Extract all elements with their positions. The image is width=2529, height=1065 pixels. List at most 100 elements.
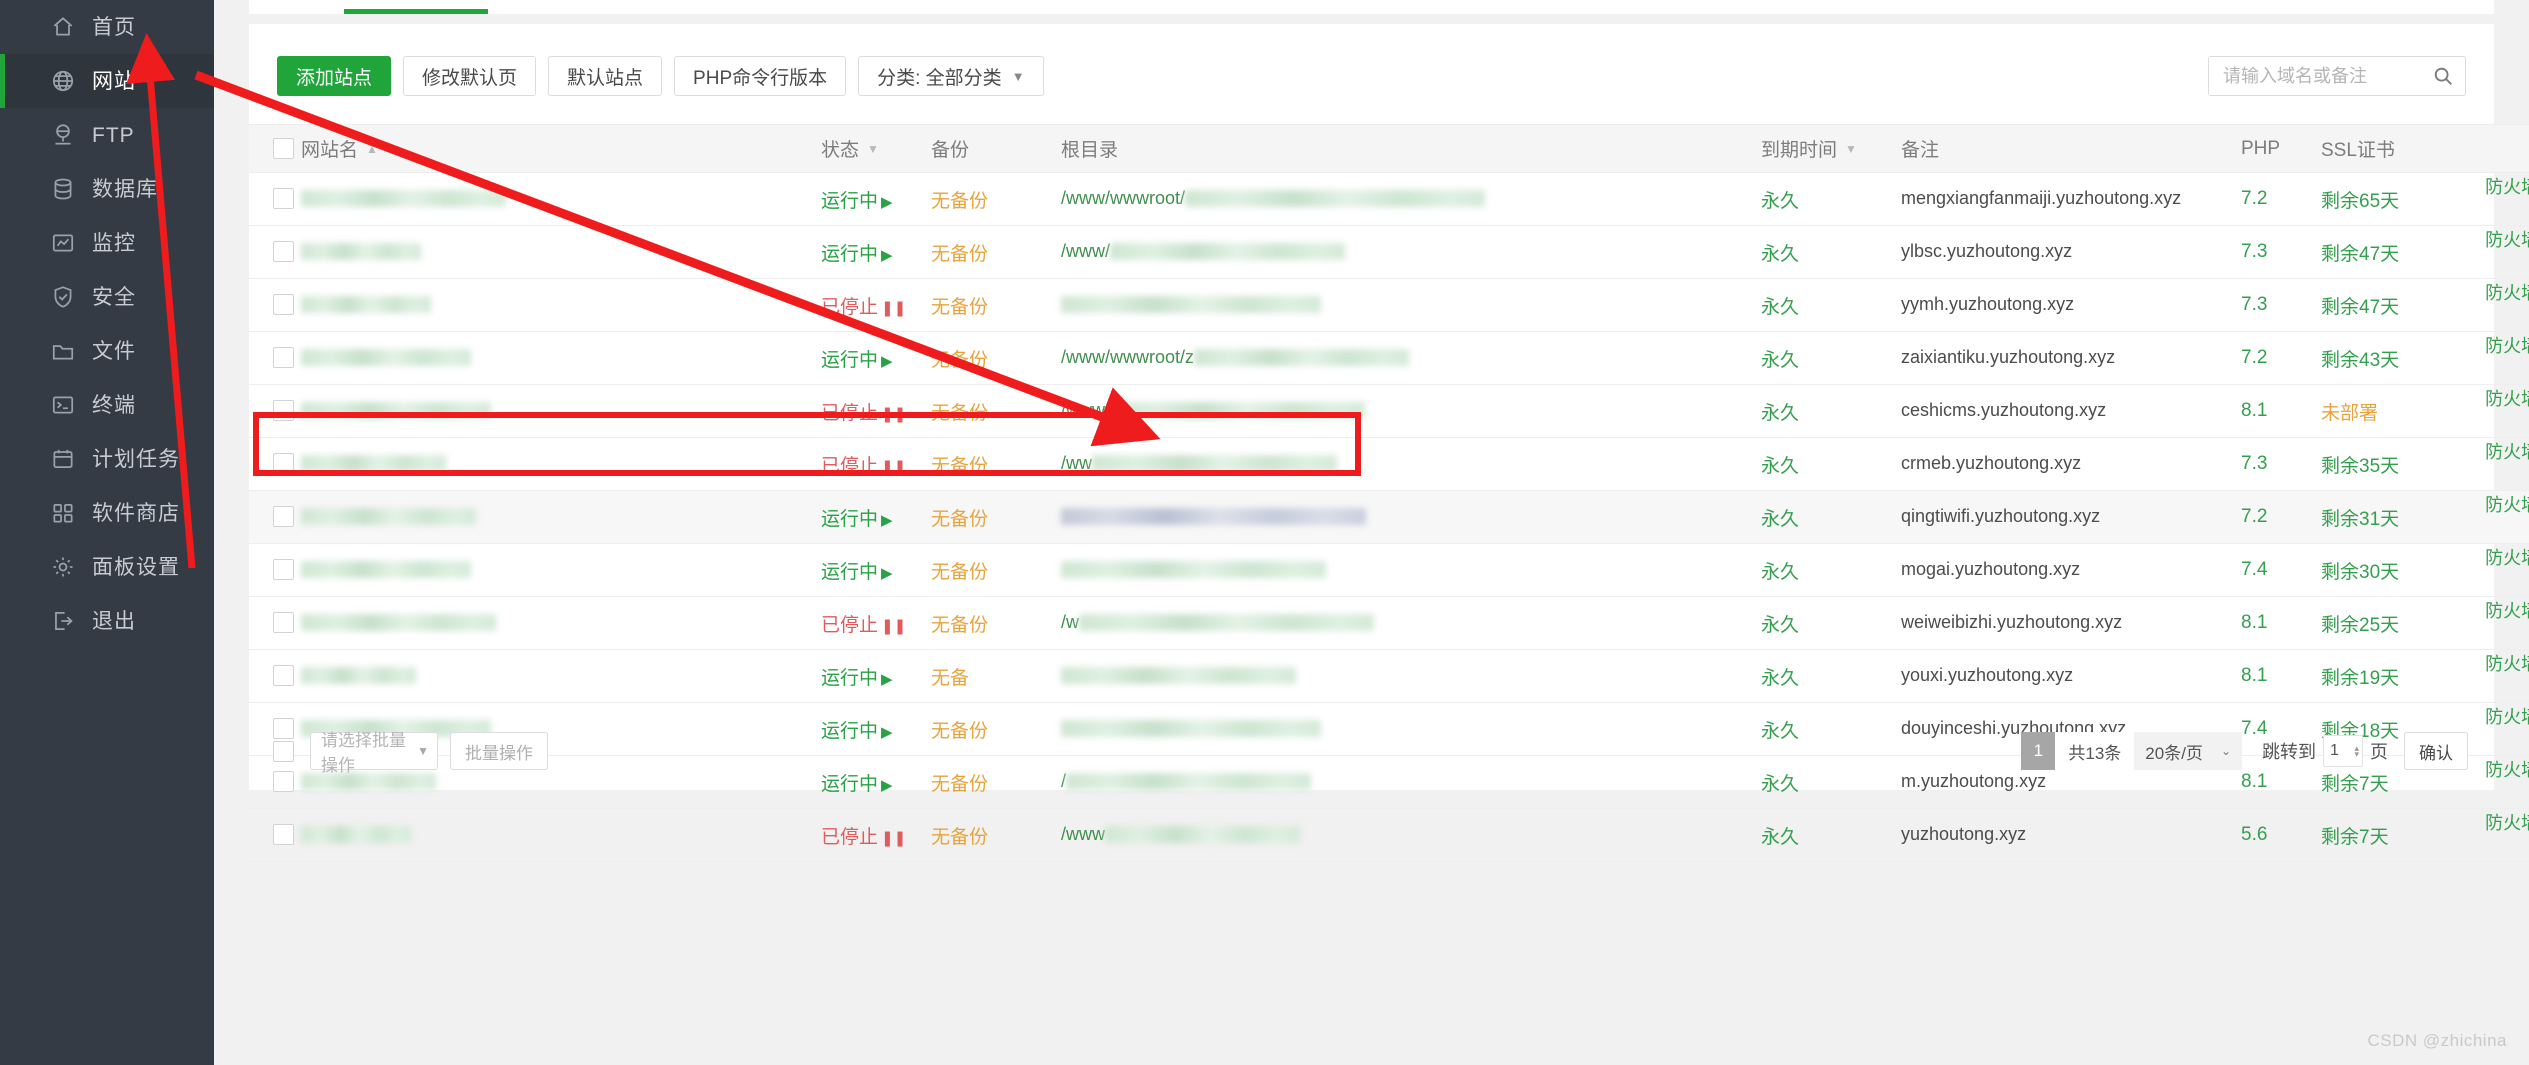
row-checkbox[interactable] <box>273 400 294 422</box>
cell-status[interactable]: 已停止 ❚❚ <box>821 437 931 491</box>
table-row[interactable]: 运行中▶ 无备份 永久 mogai.yuzhoutong.xyz 7.4 剩余30天 防火墙… <box>249 543 2529 597</box>
cell-backup[interactable]: 无备 <box>931 649 1061 703</box>
th-site-name[interactable]: 网站名 ▲ <box>301 124 821 173</box>
cell-status[interactable]: 运行中 ▶ <box>821 172 931 226</box>
cell-backup[interactable]: 无备份 <box>931 808 1061 862</box>
cell-ssl[interactable]: 剩余35天 <box>2321 437 2471 491</box>
tab-1[interactable]: 反向代理 <box>488 0 672 14</box>
cell-root-dir[interactable]: /www/ <box>1061 384 1761 438</box>
cell-backup[interactable]: 无备份 <box>931 331 1061 385</box>
cell-root-dir[interactable] <box>1061 490 1761 544</box>
firewall-link[interactable]: 防火墙 <box>2485 230 2529 250</box>
row-checkbox[interactable] <box>273 506 294 528</box>
firewall-link[interactable]: 防火墙 <box>2485 442 2529 462</box>
cell-php[interactable]: 7.2 <box>2241 172 2321 226</box>
firewall-link[interactable]: 防火墙 <box>2485 601 2529 621</box>
sidebar-item-11[interactable]: 退出 <box>0 594 214 648</box>
cell-backup[interactable]: 无备份 <box>931 384 1061 438</box>
firewall-link[interactable]: 防火墙 <box>2485 283 2529 303</box>
page-1-button[interactable]: 1 <box>2021 732 2056 770</box>
cell-status[interactable]: 运行中 ▶ <box>821 543 931 597</box>
search-icon[interactable] <box>2432 65 2454 87</box>
cell-root-dir[interactable]: /ww <box>1061 437 1761 491</box>
cell-php[interactable]: 7.2 <box>2241 331 2321 385</box>
cell-ssl[interactable]: 剩余65天 <box>2321 172 2471 226</box>
cell-root-dir[interactable]: /www/wwwroot/ <box>1061 172 1761 226</box>
cell-backup[interactable]: 无备份 <box>931 543 1061 597</box>
cell-backup[interactable]: 无备份 <box>931 172 1061 226</box>
modify-default-page-button[interactable]: 修改默认页 <box>403 56 537 96</box>
table-row[interactable]: 运行中 ▶ 无备份/www/永久 ylbsc.yuzhoutong.xyz 7.3 剩余4… <box>249 225 2529 279</box>
sidebar-item-10[interactable]: 面板设置 <box>0 540 214 594</box>
table-row[interactable]: 运行中 ▶ 无备份 永久 qingtiwifi.yuzhoutong.xyz 7.2 剩余3… <box>249 490 2529 544</box>
firewall-link[interactable]: 防火墙 <box>2485 654 2529 674</box>
sidebar-item-2[interactable]: FTP <box>0 108 214 162</box>
row-checkbox[interactable] <box>273 188 294 210</box>
page-size-select[interactable]: 20条/页 ⌄ <box>2134 732 2242 770</box>
php-cli-version-button[interactable]: PHP命令行版本 <box>674 56 847 96</box>
cell-backup[interactable]: 无备份 <box>931 278 1061 332</box>
footer-select-all-checkbox[interactable] <box>273 740 294 762</box>
sidebar-item-5[interactable]: 安全 <box>0 270 214 324</box>
table-row[interactable]: 已停止 ❚❚ 无备份/www/永久 ceshicms.yuzhoutong.xyz 8.… <box>249 384 2529 438</box>
cell-php[interactable]: 7.3 <box>2241 278 2321 332</box>
row-checkbox[interactable] <box>273 241 294 263</box>
cell-status[interactable]: 已停止 ❚❚ <box>821 808 931 862</box>
tab-2[interactable]: 重定向 <box>672 0 836 14</box>
table-row[interactable]: 已停止❚❚ 无备份/www 永久 yuzhoutong.xyz 5.6 剩余7天 防火墙|设… <box>249 808 2529 862</box>
cell-php[interactable]: 7.3 <box>2241 225 2321 279</box>
cell-php[interactable]: 7.3 <box>2241 437 2321 491</box>
cell-php[interactable]: 7.2 <box>2241 490 2321 544</box>
cell-php[interactable]: 8.1 <box>2241 649 2321 703</box>
sidebar-item-6[interactable]: 文件 <box>0 324 214 378</box>
select-all-checkbox[interactable] <box>273 137 294 159</box>
add-site-button[interactable]: 添加站点 <box>277 56 392 96</box>
firewall-link[interactable]: 防火墙 <box>2485 177 2529 197</box>
stepper-icon[interactable]: ▴ ▾ <box>2354 744 2359 759</box>
table-row[interactable]: 运行中▶ 无备 永久 youxi.yuzhoutong.xyz 8.1 剩余19天 防火墙|… <box>249 649 2529 703</box>
confirm-button[interactable]: 确认 <box>2404 732 2468 770</box>
cell-root-dir[interactable]: /www/ <box>1061 225 1761 279</box>
cell-backup[interactable]: 无备份 <box>931 225 1061 279</box>
cell-ssl[interactable]: 剩余43天 <box>2321 331 2471 385</box>
table-row[interactable]: 已停止 ❚❚ 无备份/ww 永久 crmeb.yuzhoutong.xyz 7.3 剩余35… <box>249 437 2529 491</box>
cell-php[interactable]: 8.1 <box>2241 596 2321 650</box>
cell-backup[interactable]: 无备份 <box>931 490 1061 544</box>
default-site-button[interactable]: 默认站点 <box>548 56 663 96</box>
row-checkbox[interactable] <box>273 824 294 846</box>
firewall-link[interactable]: 防火墙 <box>2485 336 2529 356</box>
cell-ssl[interactable]: 剩余31天 <box>2321 490 2471 544</box>
row-checkbox[interactable] <box>273 453 294 475</box>
cell-ssl[interactable]: 剩余7天 <box>2321 808 2471 862</box>
th-expire[interactable]: 到期时间 ▼ <box>1761 124 1901 173</box>
row-checkbox[interactable] <box>273 559 294 581</box>
cell-ssl[interactable]: 剩余25天 <box>2321 596 2471 650</box>
firewall-link[interactable]: 防火墙 <box>2485 813 2529 833</box>
sidebar-item-7[interactable]: 终端 <box>0 378 214 432</box>
th-status[interactable]: 状态 ▼ <box>821 124 931 173</box>
cell-backup[interactable]: 无备份 <box>931 437 1061 491</box>
cell-ssl[interactable]: 未部署 <box>2321 384 2471 438</box>
sidebar-item-4[interactable]: 监控 <box>0 216 214 270</box>
cell-ssl[interactable]: 剩余47天 <box>2321 278 2471 332</box>
cell-php[interactable]: 5.6 <box>2241 808 2321 862</box>
category-dropdown[interactable]: 分类: 全部分类 ▼ <box>858 56 1044 96</box>
firewall-link[interactable]: 防火墙 <box>2485 548 2529 568</box>
cell-status[interactable]: 已停止 ❚❚ <box>821 278 931 332</box>
cell-root-dir[interactable] <box>1061 649 1761 703</box>
jump-page-input[interactable]: 1 ▴ ▾ <box>2323 735 2363 767</box>
sidebar-item-0[interactable]: 首页 <box>0 0 214 54</box>
cell-status[interactable]: 运行中 ▶ <box>821 331 931 385</box>
cell-root-dir[interactable] <box>1061 543 1761 597</box>
cell-root-dir[interactable]: /www/wwwroot/z <box>1061 331 1761 385</box>
cell-status[interactable]: 运行中 ▶ <box>821 225 931 279</box>
cell-root-dir[interactable]: /www <box>1061 808 1761 862</box>
cell-ssl[interactable]: 剩余30天 <box>2321 543 2471 597</box>
table-row[interactable]: 已停止 ❚❚ 无备份/w 永久 weiweibizhi.yuzhoutong.xyz 8.… <box>249 596 2529 650</box>
batch-action-select[interactable]: 请选择批量操作 ▼ <box>310 731 438 775</box>
table-row[interactable]: 运行中 ▶ 无备份/www/wwwroot/z 永久 zaixiantiku.yuzho… <box>249 331 2529 385</box>
sidebar-item-3[interactable]: 数据库 <box>0 162 214 216</box>
table-row[interactable]: 运行中 ▶ 无备份/www/wwwroot/永久 mengxiangfanmaiji.… <box>249 172 2529 226</box>
cell-status[interactable]: 已停止 ❚❚ <box>821 384 931 438</box>
cell-root-dir[interactable]: /w <box>1061 596 1761 650</box>
